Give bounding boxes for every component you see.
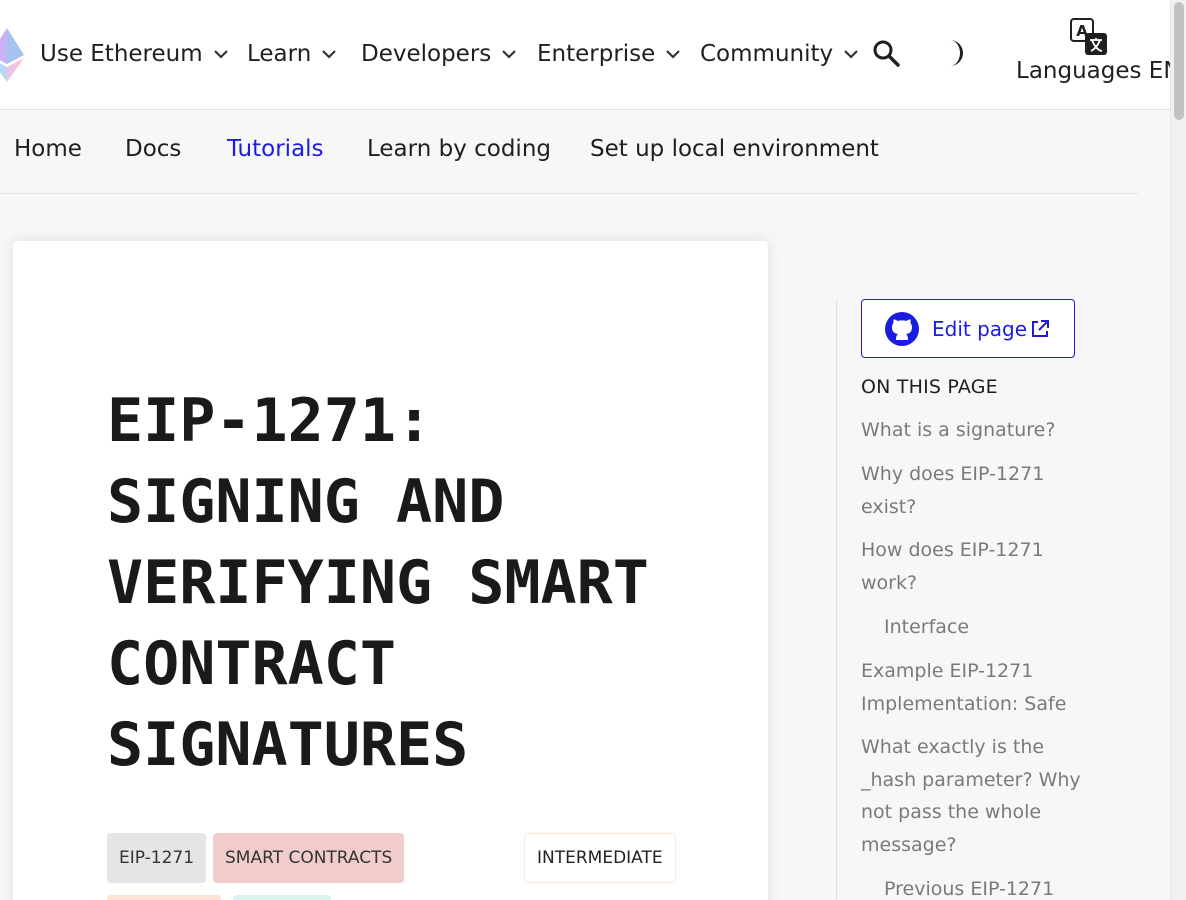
nav-community[interactable]: Community — [700, 36, 859, 72]
toc-link[interactable]: Example EIP-1271 Implementation: Safe — [861, 655, 1086, 720]
scrollbar-thumb[interactable] — [1174, 2, 1184, 120]
toc-link[interactable]: What exactly is the _hash parameter? Why… — [861, 731, 1086, 861]
toc-link[interactable]: How does EIP-1271 work? — [861, 534, 1086, 599]
languages-button[interactable]: A Languages EN — [1012, 18, 1182, 90]
page-scrollbar[interactable] — [1170, 0, 1186, 900]
chevron-down-icon — [213, 50, 228, 59]
languages-label: Languages EN — [1016, 58, 1181, 84]
tag-partially-visible[interactable] — [233, 895, 331, 900]
nav-use-ethereum-label: Use Ethereum — [40, 41, 203, 67]
subnav-tutorials[interactable]: Tutorials — [227, 136, 324, 162]
nav-developers[interactable]: Developers — [361, 36, 517, 72]
skill-level-badge: INTERMEDIATE — [524, 833, 676, 883]
subnav-home[interactable]: Home — [14, 136, 82, 162]
chevron-down-icon — [502, 50, 517, 59]
nav-use-ethereum[interactable]: Use Ethereum — [40, 36, 229, 72]
github-icon — [885, 312, 919, 346]
edit-page-label: Edit page — [932, 317, 1028, 341]
external-link-icon — [1032, 320, 1049, 337]
toc-link[interactable]: Previous EIP-1271 — [884, 873, 1084, 900]
nav-community-label: Community — [700, 41, 834, 67]
nav-enterprise-label: Enterprise — [537, 41, 656, 67]
ethereum-logo-icon[interactable] — [0, 28, 24, 82]
nav-developers-label: Developers — [361, 41, 492, 67]
nav-enterprise[interactable]: Enterprise — [537, 36, 681, 72]
subnav-learn-by-coding[interactable]: Learn by coding — [367, 136, 551, 162]
subnav-docs[interactable]: Docs — [125, 136, 181, 162]
toc-heading: ON THIS PAGE — [861, 376, 998, 398]
tag-partially-visible[interactable] — [107, 895, 221, 900]
chevron-down-icon — [844, 50, 858, 59]
chevron-down-icon — [322, 50, 337, 59]
docs-subnav: Home Docs Tutorials Learn by coding Set … — [0, 110, 1138, 194]
tag-eip-1271[interactable]: EIP-1271 — [107, 833, 207, 883]
page-title: EIP-1271: SIGNING AND VERIFYING SMART CO… — [107, 386, 649, 780]
sidebar-divider — [836, 300, 837, 900]
article-card: EIP-1271: SIGNING AND VERIFYING SMART CO… — [13, 241, 768, 900]
top-navigation: Use Ethereum Learn Developers Enterprise… — [0, 0, 1181, 110]
toc-link[interactable]: Interface — [884, 611, 1084, 644]
dark-mode-moon-icon[interactable] — [938, 38, 968, 68]
edit-page-button[interactable]: Edit page — [861, 299, 1075, 358]
nav-learn[interactable]: Learn — [247, 36, 337, 72]
toc-link[interactable]: Why does EIP-1271 exist? — [861, 458, 1086, 523]
nav-learn-label: Learn — [247, 41, 312, 67]
subnav-set-up-local-environment[interactable]: Set up local environment — [590, 136, 879, 162]
tag-smart-contracts[interactable]: SMART CONTRACTS — [213, 833, 405, 883]
chevron-down-icon — [666, 50, 681, 59]
search-icon[interactable] — [871, 38, 901, 68]
translate-icon: A — [1070, 18, 1107, 55]
toc-link[interactable]: What is a signature? — [861, 414, 1086, 447]
